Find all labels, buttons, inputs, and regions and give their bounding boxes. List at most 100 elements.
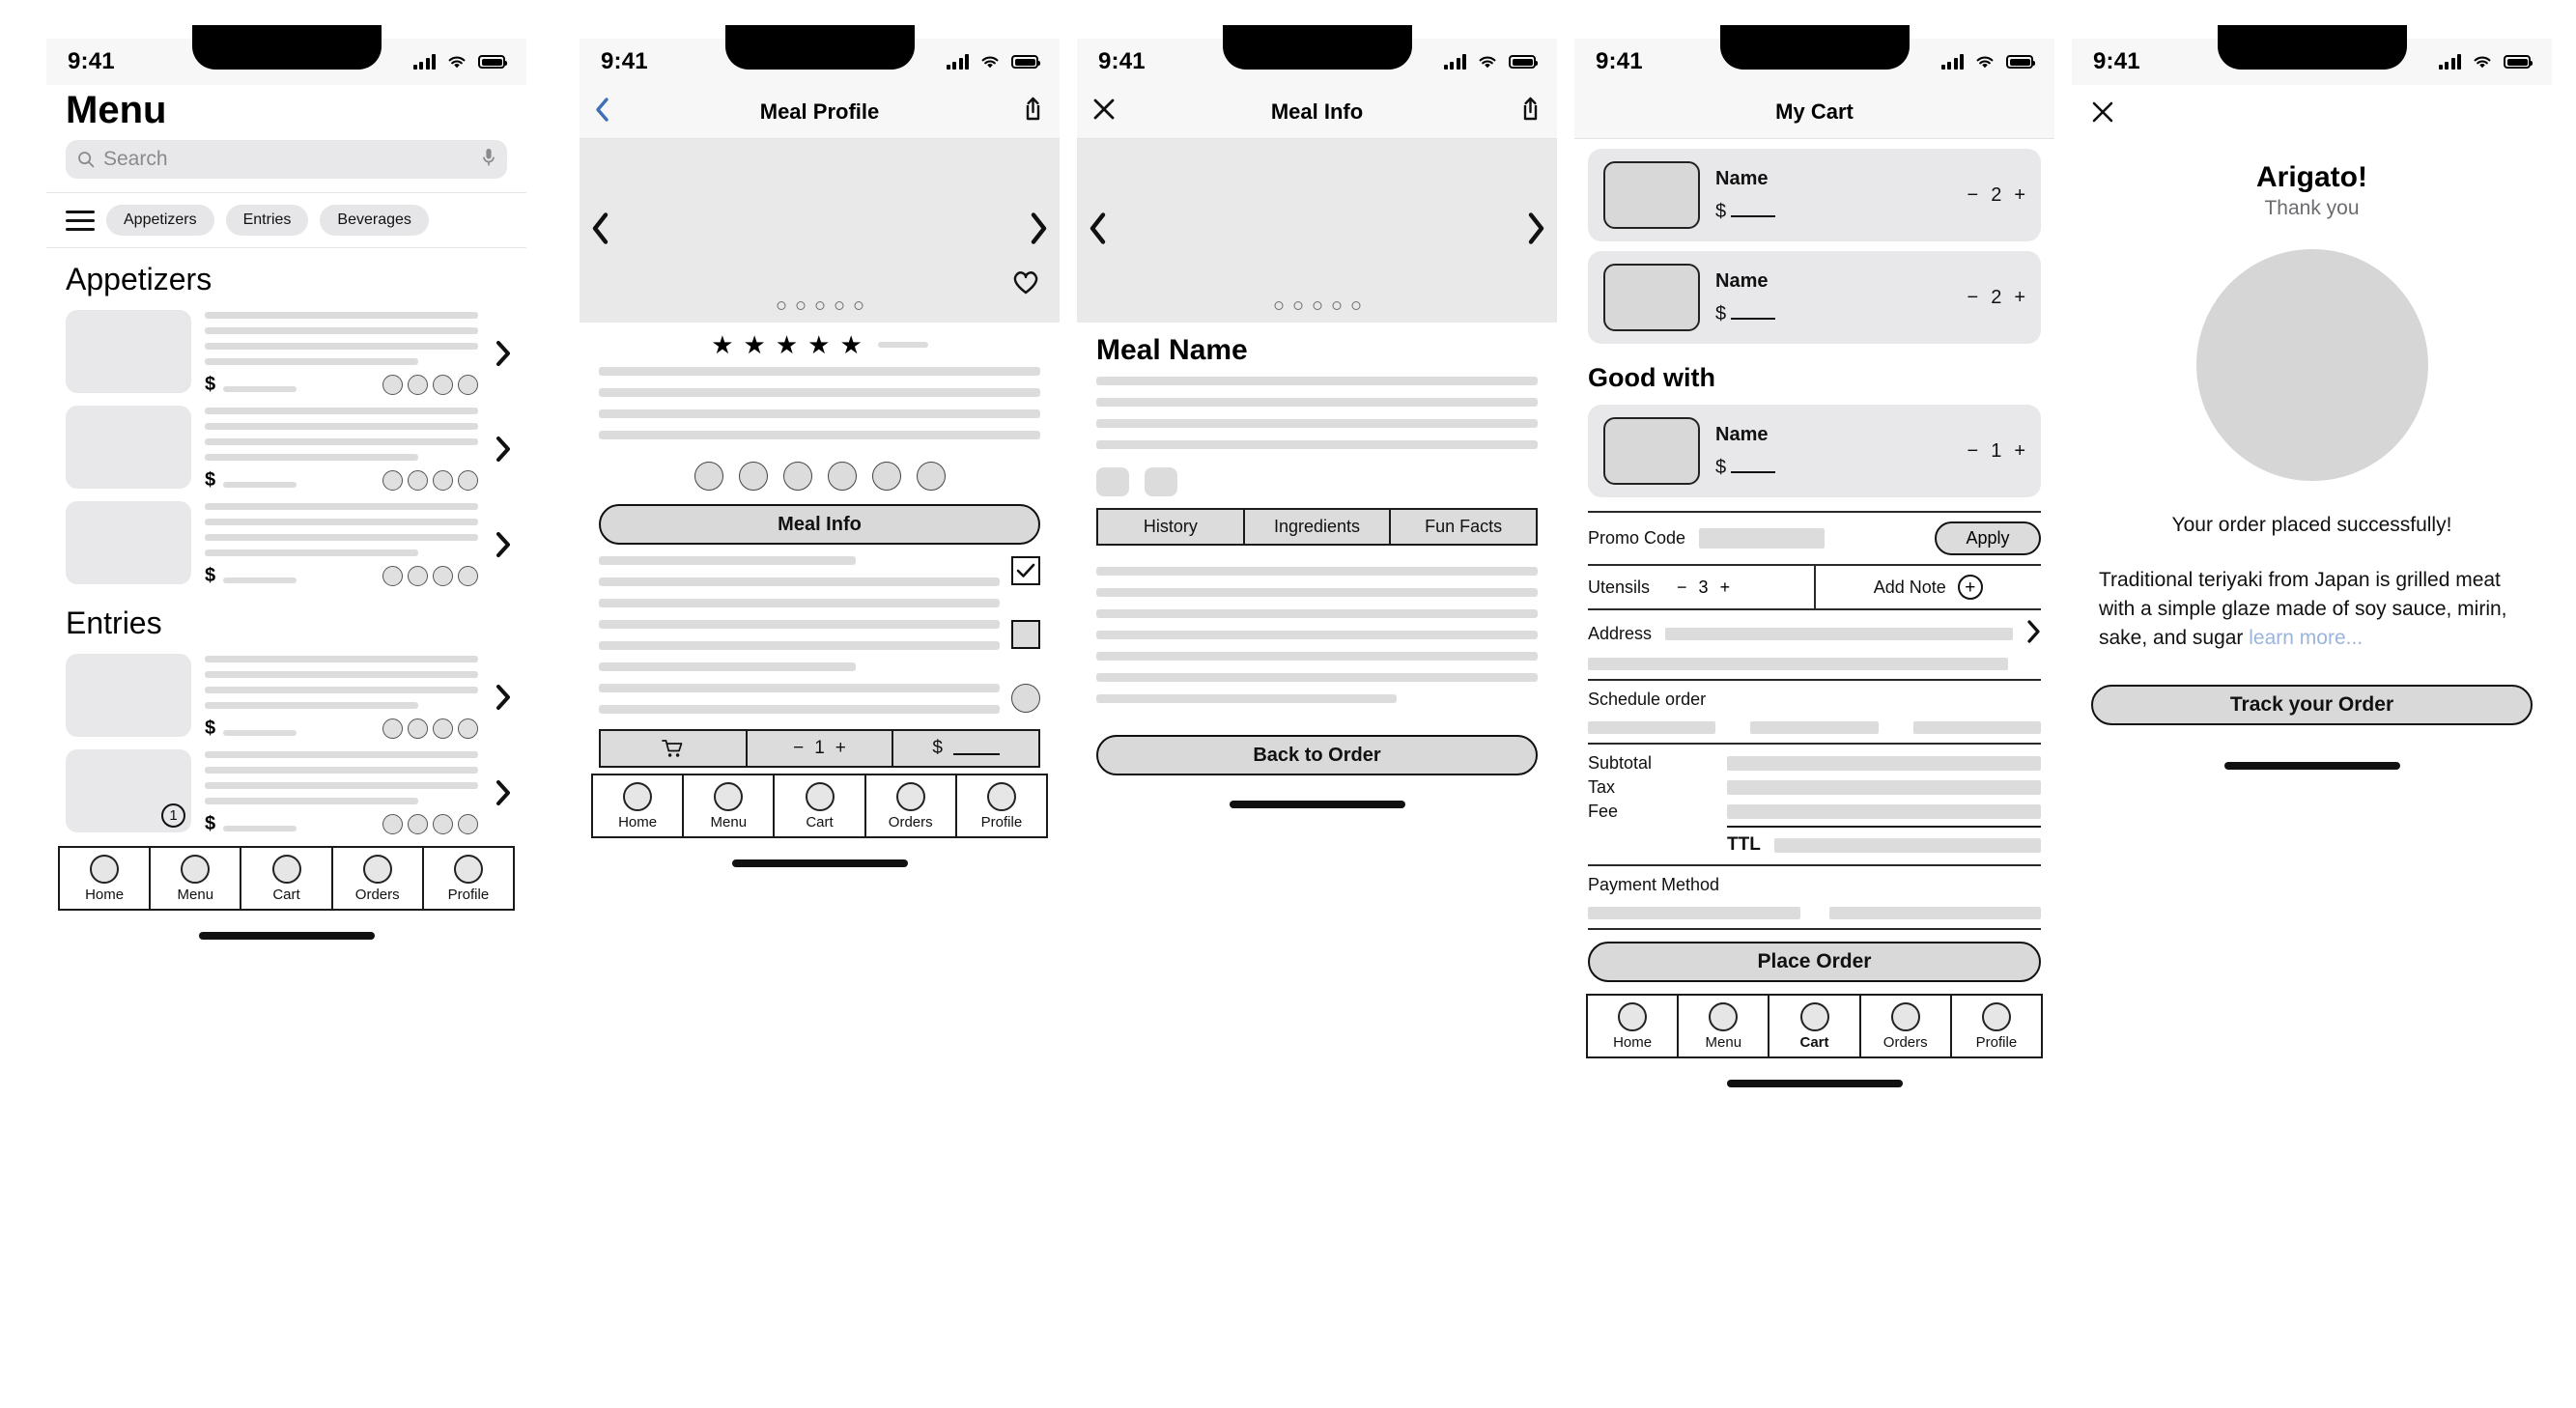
tab-cart[interactable]: Cart bbox=[241, 848, 333, 909]
chevron-right-icon[interactable] bbox=[492, 681, 515, 714]
add-note-button[interactable]: Add Note + bbox=[1813, 566, 2042, 608]
option-circle[interactable] bbox=[782, 462, 812, 491]
carousel-page-dots[interactable] bbox=[777, 301, 863, 310]
tab-profile[interactable]: Profile bbox=[957, 775, 1046, 836]
tab-home[interactable]: Home bbox=[60, 848, 152, 909]
qty-plus[interactable]: + bbox=[2014, 287, 2025, 309]
carousel-prev-icon[interactable] bbox=[591, 212, 610, 250]
share-button[interactable] bbox=[1022, 97, 1044, 127]
option-dots[interactable] bbox=[382, 470, 478, 491]
cart-item-stepper[interactable]: − 2 + bbox=[1967, 184, 2026, 207]
track-order-button[interactable]: Track your Order bbox=[2091, 685, 2533, 726]
option-circle[interactable] bbox=[694, 462, 723, 491]
cart-item[interactable]: Name $ − 2 + bbox=[1588, 251, 2041, 344]
cart-item-stepper[interactable]: − 1 + bbox=[1967, 440, 2026, 463]
segment-ingredients[interactable]: Ingredients bbox=[1245, 510, 1392, 544]
option-circle[interactable] bbox=[871, 462, 901, 491]
tab-orders[interactable]: Orders bbox=[866, 775, 957, 836]
option-circle[interactable] bbox=[827, 462, 857, 491]
hamburger-icon[interactable] bbox=[66, 210, 95, 231]
menu-list-item[interactable]: $ bbox=[46, 305, 526, 401]
qty-plus[interactable]: + bbox=[2014, 440, 2025, 463]
checkbox-unchecked-icon[interactable] bbox=[1011, 620, 1040, 649]
chip-entries[interactable]: Entries bbox=[225, 205, 309, 236]
meal-info-button[interactable]: Meal Info bbox=[599, 504, 1040, 545]
cart-button[interactable] bbox=[601, 731, 748, 766]
checkbox-checked-icon[interactable] bbox=[1011, 556, 1040, 585]
qty-plus[interactable]: + bbox=[1720, 577, 1731, 598]
share-button[interactable] bbox=[1519, 97, 1542, 127]
cart-item-stepper[interactable]: − 2 + bbox=[1967, 287, 2026, 309]
tab-home[interactable]: Home bbox=[1588, 996, 1680, 1056]
carousel-page-dots[interactable] bbox=[1274, 301, 1360, 310]
chip-beverages[interactable]: Beverages bbox=[320, 205, 429, 236]
qty-minus[interactable]: − bbox=[1677, 577, 1687, 598]
tab-home[interactable]: Home bbox=[593, 775, 685, 836]
image-carousel-2[interactable] bbox=[580, 139, 1060, 323]
promo-code-input[interactable] bbox=[1699, 528, 1826, 549]
menu-list-item[interactable]: $ bbox=[46, 496, 526, 592]
mic-icon[interactable] bbox=[482, 148, 495, 172]
carousel-prev-icon[interactable] bbox=[1089, 212, 1108, 250]
close-button[interactable] bbox=[1092, 98, 1116, 126]
tab-cart[interactable]: Cart bbox=[1769, 996, 1861, 1056]
menu-list-item[interactable]: $ bbox=[46, 401, 526, 496]
apply-button[interactable]: Apply bbox=[1935, 521, 2041, 555]
schedule-slot-placeholder[interactable] bbox=[1588, 721, 1716, 734]
qty-plus[interactable]: + bbox=[2014, 184, 2025, 207]
schedule-order-section[interactable]: Schedule order bbox=[1588, 679, 2041, 743]
option-circles-row[interactable] bbox=[580, 454, 1060, 502]
meal-tags[interactable] bbox=[1077, 464, 1557, 508]
tab-profile[interactable]: Profile bbox=[424, 848, 513, 909]
radio-option-icon[interactable] bbox=[1011, 684, 1040, 713]
chevron-right-icon[interactable] bbox=[492, 337, 515, 370]
chip-appetizers[interactable]: Appetizers bbox=[106, 205, 214, 236]
qty-minus[interactable]: − bbox=[1967, 184, 1979, 207]
carousel-next-icon[interactable] bbox=[1526, 212, 1545, 250]
schedule-slot-placeholder[interactable] bbox=[1750, 721, 1879, 734]
menu-list-item[interactable]: $ bbox=[46, 649, 526, 745]
option-circle[interactable] bbox=[738, 462, 768, 491]
option-dots[interactable] bbox=[382, 375, 478, 395]
tab-orders[interactable]: Orders bbox=[333, 848, 424, 909]
option-circle[interactable] bbox=[916, 462, 946, 491]
option-dots[interactable] bbox=[382, 718, 478, 739]
tab-menu[interactable]: Menu bbox=[151, 848, 242, 909]
place-order-button[interactable]: Place Order bbox=[1588, 942, 2041, 982]
qty-plus[interactable]: + bbox=[835, 738, 846, 759]
rating-stars[interactable]: ★ ★ ★ ★ ★ bbox=[580, 323, 1060, 365]
chevron-right-icon[interactable] bbox=[2026, 619, 2041, 649]
meal-tag[interactable] bbox=[1096, 467, 1129, 496]
payment-placeholder[interactable] bbox=[1588, 907, 1800, 919]
option-dots[interactable] bbox=[382, 566, 478, 586]
address-section[interactable]: Address bbox=[1588, 610, 2041, 679]
favorite-heart-icon[interactable] bbox=[1011, 268, 1040, 299]
tab-menu[interactable]: Menu bbox=[1679, 996, 1770, 1056]
qty-minus[interactable]: − bbox=[1967, 440, 1979, 463]
chevron-right-icon[interactable] bbox=[492, 528, 515, 561]
meal-tag[interactable] bbox=[1145, 467, 1177, 496]
cart-item[interactable]: Name $ − 2 + bbox=[1588, 149, 2041, 241]
quantity-stepper[interactable]: − 1 + bbox=[748, 731, 894, 766]
tab-profile[interactable]: Profile bbox=[1952, 996, 2041, 1056]
option-dots[interactable] bbox=[382, 814, 478, 834]
payment-method-section[interactable]: Payment Method bbox=[1588, 864, 2041, 928]
qty-minus[interactable]: − bbox=[793, 738, 804, 759]
payment-placeholder[interactable] bbox=[1828, 907, 2041, 919]
back-to-order-button[interactable]: Back to Order bbox=[1096, 735, 1538, 775]
tab-menu[interactable]: Menu bbox=[684, 775, 776, 836]
image-carousel-3[interactable] bbox=[1077, 139, 1557, 323]
chevron-right-icon[interactable] bbox=[492, 776, 515, 809]
utensils-stepper[interactable]: − 3 + bbox=[1677, 577, 1730, 598]
chevron-right-icon[interactable] bbox=[492, 433, 515, 465]
schedule-slot-placeholder[interactable] bbox=[1912, 721, 2041, 734]
learn-more-link[interactable]: learn more... bbox=[2249, 627, 2363, 649]
close-button[interactable] bbox=[2091, 101, 2114, 127]
qty-minus[interactable]: − bbox=[1967, 287, 1979, 309]
menu-list-item[interactable]: 1 $ bbox=[46, 745, 526, 840]
segment-history[interactable]: History bbox=[1098, 510, 1245, 544]
tab-orders[interactable]: Orders bbox=[1861, 996, 1952, 1056]
tab-cart[interactable]: Cart bbox=[775, 775, 866, 836]
search-input[interactable]: Search bbox=[66, 140, 507, 179]
back-button[interactable] bbox=[595, 97, 610, 127]
